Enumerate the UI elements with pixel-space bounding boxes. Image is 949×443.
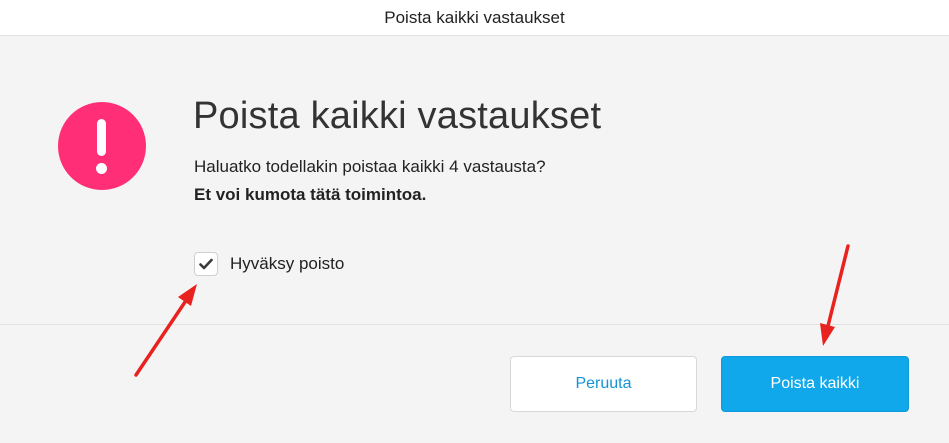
arrow-to-delete-button-icon xyxy=(820,244,850,346)
cancel-button[interactable]: Peruuta xyxy=(510,356,697,412)
delete-all-dialog: Poista kaikki vastaukset Poista kaikki v… xyxy=(0,0,949,443)
confirm-delete-row[interactable]: Hyväksy poisto xyxy=(194,251,344,277)
window-title: Poista kaikki vastaukset xyxy=(0,0,949,36)
exclamation-dot xyxy=(96,163,107,174)
confirm-delete-checkbox[interactable] xyxy=(194,252,218,276)
delete-all-button[interactable]: Poista kaikki xyxy=(721,356,909,412)
irreversible-warning: Et voi kumota tätä toimintoa. xyxy=(194,185,427,204)
confirm-delete-label[interactable]: Hyväksy poisto xyxy=(230,254,344,274)
exclamation-bar xyxy=(97,119,106,156)
checkmark-icon xyxy=(199,258,213,270)
exclamation-alert-icon xyxy=(58,102,146,190)
confirmation-message: Haluatko todellakin poistaa kaikki 4 vas… xyxy=(194,157,546,176)
dialog-heading: Poista kaikki vastaukset xyxy=(193,95,602,137)
arrow-to-checkbox-icon xyxy=(134,284,197,377)
footer-divider xyxy=(0,324,949,325)
